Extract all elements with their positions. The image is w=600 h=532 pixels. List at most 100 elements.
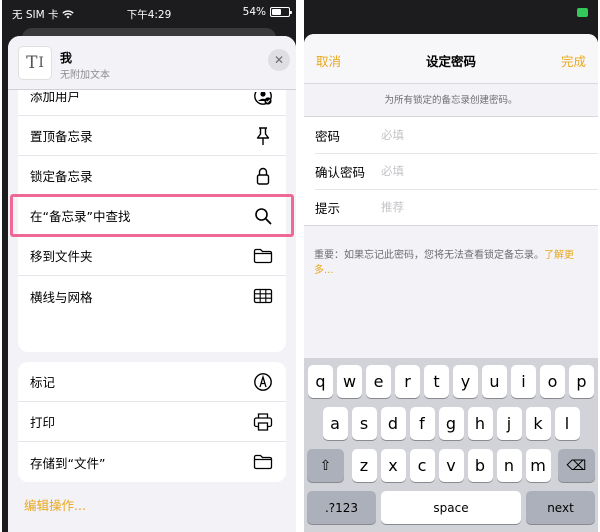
actions-group-main: 添加用户 置顶备忘录 锁定备忘录 在“备忘录”中查找 移到文件夹 横线与网格 [18, 76, 286, 352]
confirm-password-label: 确认密码 [315, 164, 366, 180]
battery-group: 54% [242, 6, 292, 18]
note-subtitle: 无附加文本 [60, 70, 110, 81]
menu-item-move-to-folder[interactable]: 移到文件夹 [18, 236, 286, 276]
keyboard-row-3-letters: z x c v b n m [351, 449, 551, 482]
battery-icon [270, 7, 292, 17]
key[interactable]: p [569, 365, 594, 398]
keyboard-row-2: a s d f g h j k l [304, 407, 598, 440]
menu-item-label: 移到文件夹 [30, 249, 93, 264]
menu-item-lock-note[interactable]: 锁定备忘录 [18, 156, 286, 196]
battery-icon [577, 8, 588, 17]
important-note: 重要：如果忘记此密码，您将无法查看锁定备忘录。了解更多... [314, 248, 588, 278]
menu-item-label: 在“备忘录”中查找 [30, 209, 131, 224]
menu-item-label: 打印 [30, 415, 56, 430]
page-title: 设定密码 [425, 54, 476, 69]
menu-item-label: 锁定备忘录 [30, 169, 93, 184]
key[interactable]: o [540, 365, 565, 398]
key[interactable]: c [409, 449, 435, 482]
key[interactable]: i [511, 365, 536, 398]
keyboard-row-3: ⇧ z x c v b n m ⌫ [304, 449, 598, 482]
key[interactable]: m [525, 449, 551, 482]
folder-icon [252, 451, 274, 473]
key[interactable]: f [409, 407, 435, 440]
hint-label: 提示 [315, 200, 341, 216]
status-bar [304, 0, 598, 26]
close-icon: ✕ [273, 53, 285, 67]
menu-item-label: 标记 [30, 375, 56, 390]
key[interactable]: d [380, 407, 406, 440]
key[interactable]: l [554, 407, 580, 440]
pin-icon [252, 125, 274, 147]
menu-item-find-in-note[interactable]: 在“备忘录”中查找 [18, 196, 286, 236]
key[interactable]: x [380, 449, 406, 482]
battery-percent: 54% [242, 6, 266, 18]
password-form: 密码 确认密码 提示 [304, 116, 598, 226]
nav-bar: 取消 设定密码 完成 [304, 34, 598, 84]
key[interactable]: z [351, 449, 377, 482]
menu-item-save-to-files[interactable]: 存储到“文件” [18, 442, 286, 482]
hint-row: 提示 [304, 189, 598, 225]
markup-icon [252, 371, 274, 393]
share-sheet: T I 我 无附加文本 ✕ 打印 添加用户 [8, 36, 296, 532]
menu-item-markup[interactable]: 标记 [18, 362, 286, 402]
key[interactable]: u [482, 365, 507, 398]
search-icon [252, 205, 274, 227]
actions-group-secondary: 标记 打印 存储到“文件” [18, 362, 286, 482]
set-password-screen: 取消 设定密码 完成 为所有锁定的备忘录创建密码。 密码 确认密码 提示 重要：… [304, 0, 598, 532]
shift-key[interactable]: ⇧ [307, 449, 344, 482]
menu-item-print[interactable]: 打印 [18, 402, 286, 442]
numbers-key[interactable]: .?123 [307, 491, 376, 524]
sheet-header: T I 我 无附加文本 ✕ [8, 36, 296, 90]
key[interactable]: n [496, 449, 522, 482]
keyboard: q w e r t y u i o p a s d f g h j k l ⇧ [304, 358, 598, 532]
hint-field[interactable] [381, 200, 588, 214]
important-note-text: 重要：如果忘记此密码，您将无法查看锁定备忘录。 [314, 250, 544, 261]
note-title: 我 [60, 51, 73, 65]
folder-icon [252, 245, 274, 267]
key[interactable]: v [438, 449, 464, 482]
lock-icon [252, 165, 274, 187]
key[interactable]: w [337, 365, 362, 398]
grid-icon [252, 285, 274, 307]
panel-divider [296, 0, 304, 532]
key[interactable]: b [467, 449, 493, 482]
key[interactable]: a [322, 407, 348, 440]
key[interactable]: r [395, 365, 420, 398]
delete-icon: ⌫ [566, 457, 587, 474]
space-key[interactable]: space [381, 491, 521, 524]
key[interactable]: g [438, 407, 464, 440]
keyboard-row-4: .?123 space next [304, 491, 598, 524]
menu-item-label: 横线与网格 [30, 289, 93, 305]
thumbnail-glyph: T [26, 53, 38, 73]
confirm-password-field[interactable] [381, 164, 588, 178]
shift-icon: ⇧ [319, 457, 332, 474]
done-button[interactable]: 完成 [561, 51, 586, 70]
key[interactable]: y [453, 365, 478, 398]
note-thumbnail-icon: T I [18, 46, 52, 80]
key[interactable]: j [496, 407, 522, 440]
menu-item-label: 置顶备忘录 [30, 129, 93, 144]
menu-item-pin-note[interactable]: 置顶备忘录 [18, 116, 286, 156]
password-hint-text: 为所有锁定的备忘录创建密码。 [384, 95, 518, 106]
status-bar: 无 SIM 卡 下午4:29 54% [2, 0, 296, 26]
password-row: 密码 [304, 117, 598, 153]
key[interactable]: k [525, 407, 551, 440]
next-key[interactable]: next [526, 491, 595, 524]
delete-key[interactable]: ⌫ [558, 449, 595, 482]
printer-icon [252, 411, 274, 433]
text-cursor-icon: I [38, 55, 44, 71]
key[interactable]: q [308, 365, 333, 398]
close-button[interactable]: ✕ [268, 49, 290, 71]
password-label: 密码 [315, 128, 341, 144]
key[interactable]: t [424, 365, 449, 398]
key[interactable]: e [366, 365, 391, 398]
share-sheet-screen: 无 SIM 卡 下午4:29 54% T I 我 无附加文本 ✕ 添加用户 置顶… [2, 0, 296, 532]
menu-item-label: 存储到“文件” [30, 455, 106, 471]
password-field[interactable] [381, 128, 588, 142]
key[interactable]: s [351, 407, 377, 440]
key[interactable]: h [467, 407, 493, 440]
confirm-password-row: 确认密码 [304, 153, 598, 189]
edit-actions-link[interactable]: 编辑操作... [24, 495, 86, 514]
keyboard-row-1: q w e r t y u i o p [304, 365, 598, 398]
menu-item-lines-grids[interactable]: 横线与网格 [18, 276, 286, 316]
